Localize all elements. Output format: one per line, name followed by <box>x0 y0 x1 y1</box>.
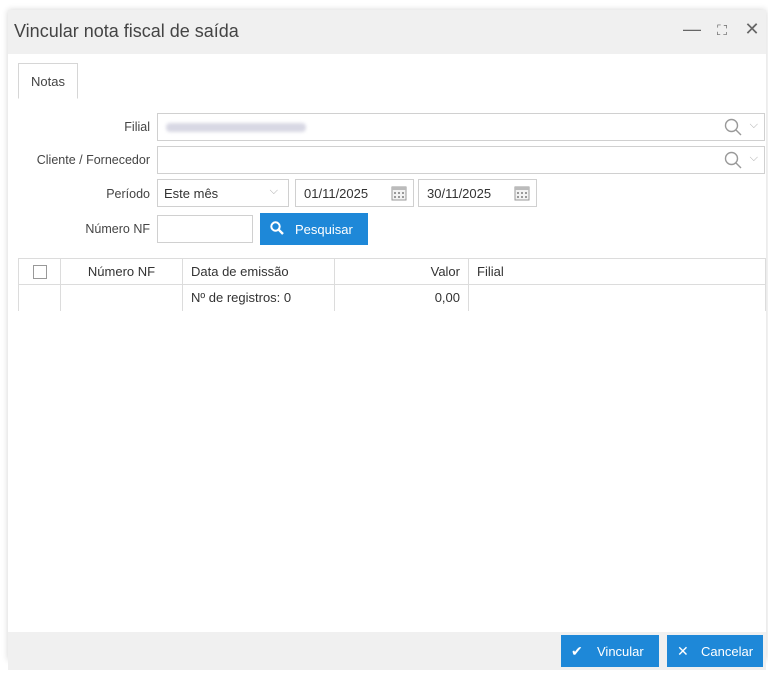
search-button[interactable]: Pesquisar <box>260 213 368 245</box>
calendar-icon[interactable] <box>514 185 530 201</box>
cancelar-button[interactable]: ✕ Cancelar <box>667 635 763 667</box>
vincular-button[interactable]: ✔ Vincular <box>561 635 659 667</box>
data-inicio-field[interactable]: 01/11/2025 <box>295 179 414 207</box>
table-summary-row: Nº de registros: 0 0,00 <box>18 284 766 311</box>
col-header-valor[interactable]: Valor <box>334 258 469 285</box>
dialog-title: Vincular nota fiscal de saída <box>14 21 239 41</box>
periodo-label: Período <box>106 187 150 201</box>
title-bar: Vincular nota fiscal de saída — ⛶ ✕ <box>8 10 766 54</box>
periodo-select[interactable]: Este mês ⌵ <box>157 179 289 207</box>
cancelar-button-label: Cancelar <box>701 644 754 659</box>
filial-value-redacted <box>166 123 306 132</box>
minimize-button[interactable]: — <box>682 19 702 40</box>
dialog: Vincular nota fiscal de saída — ⛶ ✕ Nota… <box>8 10 766 670</box>
close-icon: ✕ <box>677 643 689 659</box>
calendar-icon[interactable] <box>391 185 407 201</box>
numero-nf-label: Número NF <box>85 222 150 236</box>
chevron-down-icon[interactable]: ⌵ <box>750 119 758 132</box>
select-all-checkbox[interactable] <box>32 265 47 280</box>
data-fim-field[interactable]: 30/11/2025 <box>418 179 537 207</box>
data-inicio-value: 01/11/2025 <box>304 186 369 201</box>
cliente-field[interactable]: ⌵ <box>157 146 765 174</box>
dialog-footer: ✔ Vincular ✕ Cancelar <box>8 632 766 670</box>
search-icon[interactable] <box>724 151 742 169</box>
col-header-numero-nf[interactable]: Número NF <box>60 258 183 285</box>
numero-nf-input[interactable] <box>157 215 253 243</box>
data-fim-value: 30/11/2025 <box>427 186 492 201</box>
chevron-down-icon[interactable]: ⌵ <box>750 152 758 165</box>
total-valor: 0,00 <box>334 284 469 311</box>
tab-notas[interactable]: Notas <box>18 63 78 99</box>
search-button-label: Pesquisar <box>295 222 353 237</box>
search-icon <box>270 221 284 235</box>
periodo-value: Este mês <box>164 186 219 201</box>
summary-cell-empty <box>60 284 183 311</box>
check-icon: ✔ <box>571 643 583 659</box>
col-header-data-emissao[interactable]: Data de emissão <box>182 258 335 285</box>
record-count: Nº de registros: 0 <box>182 284 335 311</box>
cliente-label: Cliente / Fornecedor <box>36 153 150 167</box>
filial-field[interactable]: ⌵ <box>157 113 765 141</box>
search-icon[interactable] <box>724 118 742 136</box>
summary-cell-empty <box>18 284 61 311</box>
chevron-down-icon: ⌵ <box>269 185 278 197</box>
col-header-filial[interactable]: Filial <box>468 258 766 285</box>
maximize-button[interactable]: ⛶ <box>712 22 732 39</box>
select-all-cell[interactable] <box>18 258 61 285</box>
results-table: Número NF Data de emissão Valor Filial N… <box>18 258 766 311</box>
summary-cell-empty <box>468 284 766 311</box>
close-button[interactable]: ✕ <box>742 19 762 40</box>
table-header-row: Número NF Data de emissão Valor Filial <box>18 258 766 285</box>
vincular-button-label: Vincular <box>597 644 644 659</box>
filial-label: Filial <box>124 120 150 134</box>
